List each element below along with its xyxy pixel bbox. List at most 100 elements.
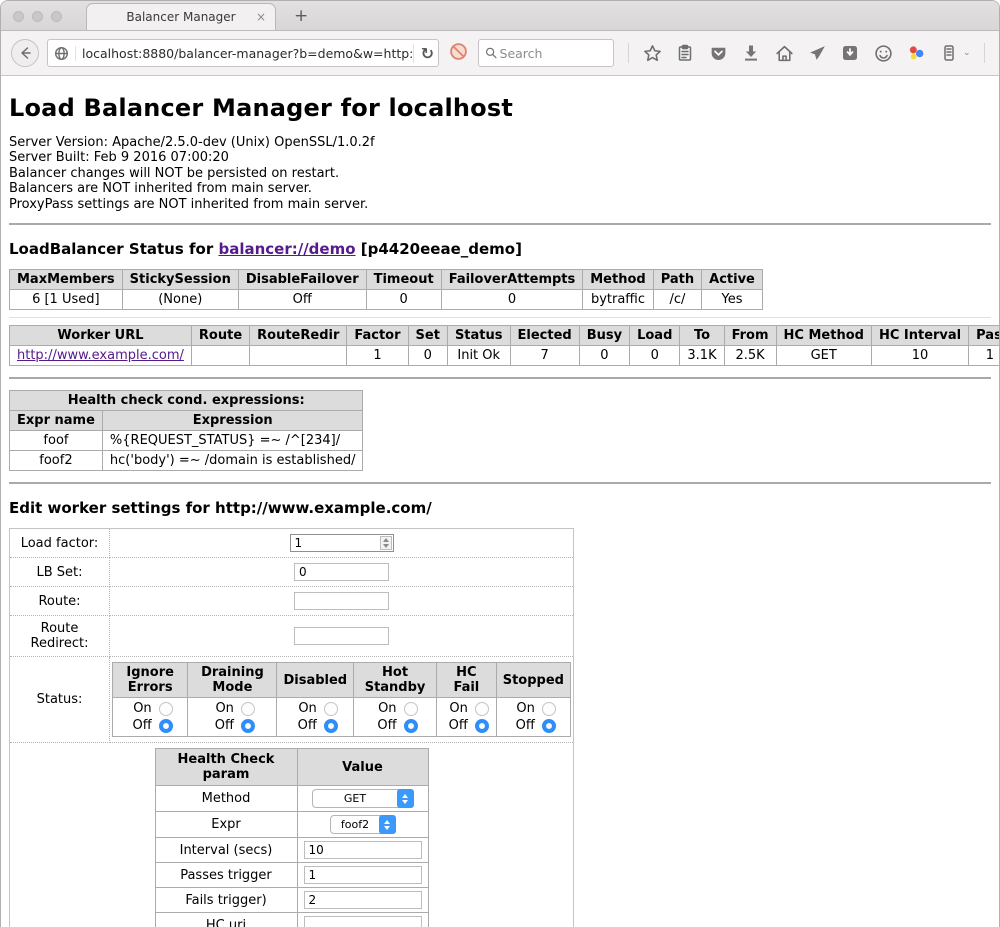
- data-cell: foof2: [10, 451, 103, 471]
- balancer-demo-link[interactable]: balancer://demo: [218, 240, 355, 258]
- zoom-window-button[interactable]: [51, 11, 62, 22]
- header-cell: HC Fail: [437, 663, 497, 698]
- status-on-radio[interactable]: [241, 702, 255, 716]
- tab-balancer-manager[interactable]: Balancer Manager ×: [86, 3, 276, 30]
- hc-fails-cell: [297, 888, 428, 913]
- colorful-extension-icon[interactable]: [906, 43, 926, 63]
- data-cell: /c/: [653, 290, 701, 310]
- data-cell: Init Ok: [447, 346, 510, 366]
- server-info: Server Version: Apache/2.5.0-dev (Unix) …: [9, 135, 991, 212]
- status-off-radio[interactable]: [241, 719, 255, 733]
- loadbalancer-status-heading: LoadBalancer Status for balancer://demo …: [9, 240, 991, 258]
- status-radio-cell: OnOff: [188, 698, 277, 737]
- health-check-expressions-table: Health check cond. expressions: Expr nam…: [9, 390, 363, 471]
- divider: [9, 482, 991, 484]
- status-on-radio[interactable]: [404, 702, 418, 716]
- route-input[interactable]: [294, 592, 389, 610]
- hc-uri-cell: [297, 913, 428, 927]
- hc-passes-cell: [297, 863, 428, 888]
- hc-expr-select[interactable]: foof2: [330, 815, 396, 834]
- save-page-extension-icon[interactable]: [840, 43, 860, 63]
- expr-title-row: Health check cond. expressions:: [10, 391, 363, 411]
- search-input[interactable]: [498, 45, 607, 62]
- radio-label: Off: [128, 718, 152, 733]
- hc-method-row: Method GET: [155, 786, 428, 812]
- container-extension-icon[interactable]: [939, 43, 959, 63]
- hc-expr-value: foof2: [331, 818, 380, 831]
- header-cell: Draining Mode: [188, 663, 277, 698]
- worker-url-link[interactable]: http://www.example.com/: [17, 348, 184, 363]
- hc-interval-label: Interval (secs): [155, 838, 297, 863]
- search-bar[interactable]: [478, 39, 614, 67]
- data-cell: bytraffic: [583, 290, 653, 310]
- heading-suffix: [p4420eeae_demo]: [356, 240, 522, 258]
- url-bar[interactable]: localhost:8880/balancer-manager?b=demo&w…: [47, 39, 439, 67]
- data-cell: GET: [776, 346, 871, 366]
- hc-fails-input[interactable]: [304, 891, 422, 909]
- route-redirect-cell: [110, 616, 574, 657]
- data-cell: 7: [510, 346, 579, 366]
- content-blocker-icon[interactable]: [449, 42, 468, 65]
- tab-close-icon[interactable]: ×: [256, 10, 266, 24]
- status-radio-cell: OnOff: [496, 698, 570, 737]
- health-check-cell: Health Check paramValue Method GET Expr: [10, 743, 574, 927]
- downloads-icon[interactable]: [741, 43, 761, 63]
- reading-list-icon[interactable]: [675, 43, 695, 63]
- worker-status-table: Worker URLRouteRouteRedirFactorSetStatus…: [9, 325, 1000, 366]
- status-on-radio[interactable]: [159, 702, 173, 716]
- status-off-radio[interactable]: [475, 719, 489, 733]
- status-on-radio[interactable]: [542, 702, 556, 716]
- header-cell: From: [724, 326, 776, 346]
- header-cell: Passes: [969, 326, 1000, 346]
- worker-url-cell: http://www.example.com/: [10, 346, 192, 366]
- status-radio-cell: OnOff: [437, 698, 497, 737]
- header-cell: Status: [447, 326, 510, 346]
- load-factor-input[interactable]: [290, 534, 394, 552]
- lb-set-input[interactable]: [294, 563, 389, 581]
- persist-note-line: Balancer changes will NOT be persisted o…: [9, 166, 991, 181]
- radio-label: On: [511, 701, 535, 716]
- bookmark-star-icon[interactable]: [642, 43, 662, 63]
- status-radio-row: OnOffOnOffOnOffOnOffOnOffOnOff: [113, 698, 571, 737]
- status-off-radio[interactable]: [159, 719, 173, 733]
- tab-title: Balancer Manager: [126, 10, 235, 24]
- route-redirect-input[interactable]: [294, 627, 389, 645]
- header-cell: Hot Standby: [354, 663, 437, 698]
- status-off-radio[interactable]: [542, 719, 556, 733]
- divider: [9, 223, 991, 225]
- new-tab-button[interactable]: +: [294, 6, 308, 26]
- pocket-icon[interactable]: [708, 43, 728, 63]
- home-icon[interactable]: [774, 43, 794, 63]
- header-cell: To: [680, 326, 724, 346]
- status-off-radio[interactable]: [404, 719, 418, 733]
- worker-header-row: Worker URLRouteRouteRedirFactorSetStatus…: [10, 326, 1000, 346]
- window-controls[interactable]: [13, 11, 62, 22]
- data-cell: 1 (0): [969, 346, 1000, 366]
- hc-passes-input[interactable]: [304, 866, 422, 884]
- hc-interval-input[interactable]: [304, 841, 422, 859]
- back-button[interactable]: [11, 39, 39, 67]
- reload-button[interactable]: ↻: [413, 44, 434, 63]
- hc-method-label: Method: [155, 786, 297, 812]
- status-on-radio[interactable]: [475, 702, 489, 716]
- close-window-button[interactable]: [13, 11, 24, 22]
- header-cell: Factor: [347, 326, 408, 346]
- header-cell: Load: [630, 326, 680, 346]
- status-on-radio[interactable]: [324, 702, 338, 716]
- hc-method-select[interactable]: GET: [312, 789, 414, 808]
- url-text[interactable]: localhost:8880/balancer-manager?b=demo&w…: [82, 46, 413, 61]
- number-spinner-icon[interactable]: [380, 536, 392, 550]
- load-factor-row: Load factor:: [10, 529, 574, 558]
- data-cell: hc('body') =~ /domain is established/: [102, 451, 363, 471]
- data-cell: 10: [871, 346, 968, 366]
- hc-uri-input[interactable]: [304, 916, 422, 927]
- hc-fails-row: Fails trigger): [155, 888, 428, 913]
- extension-dropdown-caret-icon[interactable]: ⌄: [963, 48, 971, 58]
- data-cell: 6 [1 Used]: [10, 290, 123, 310]
- header-cell: Value: [297, 749, 428, 786]
- feedback-smiley-icon[interactable]: [873, 43, 893, 63]
- send-tab-icon[interactable]: [807, 43, 827, 63]
- minimize-window-button[interactable]: [32, 11, 43, 22]
- status-off-radio[interactable]: [324, 719, 338, 733]
- expr-row-foof: foof%{REQUEST_STATUS} =~ /^[234]/: [10, 431, 363, 451]
